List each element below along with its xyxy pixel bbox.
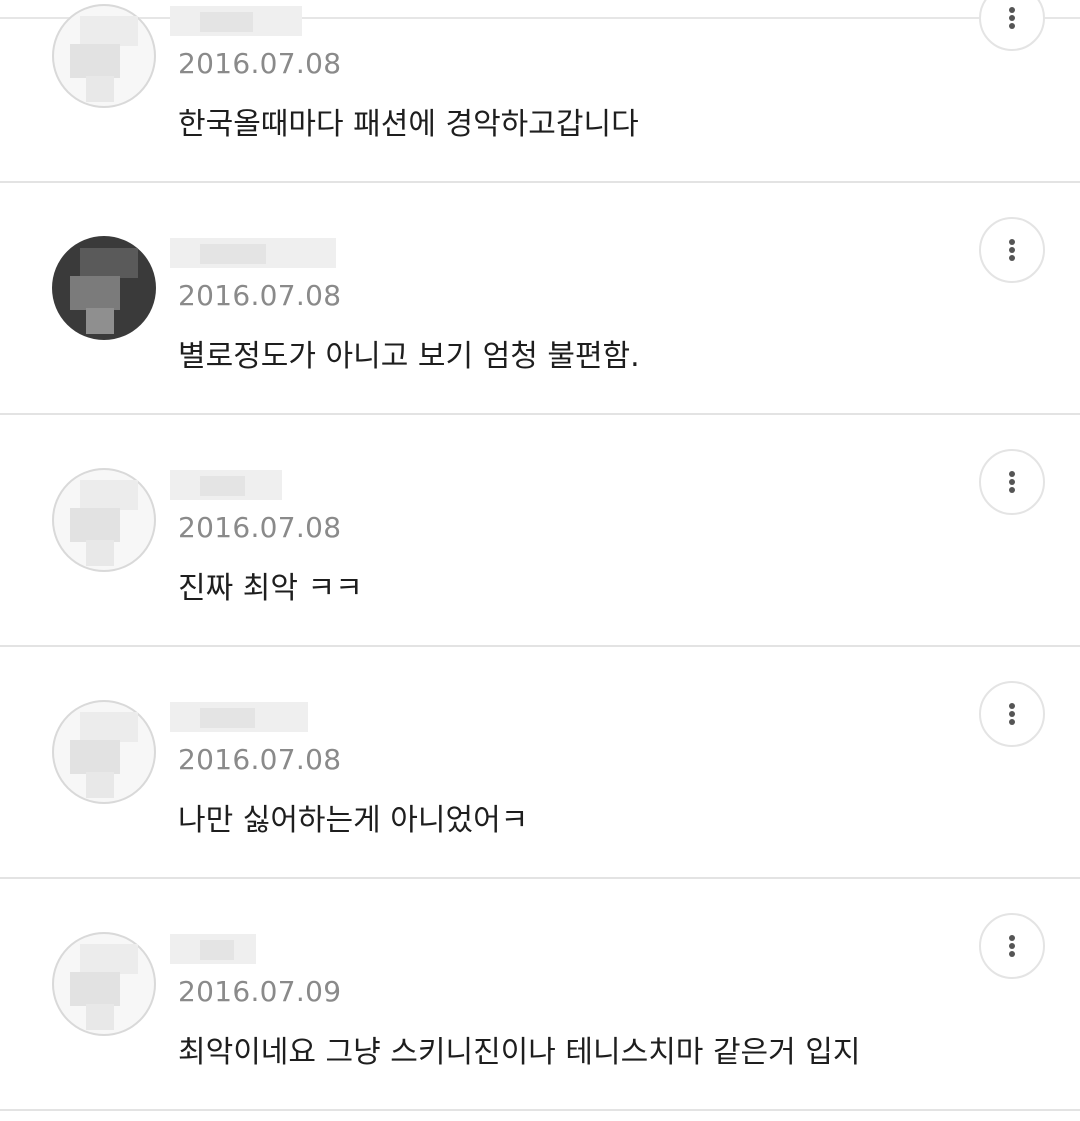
comment-text: 진짜 최악 ㅋㅋ xyxy=(178,571,363,606)
user-avatar-icon[interactable] xyxy=(52,236,156,340)
username-redacted[interactable] xyxy=(170,6,302,36)
user-avatar-icon[interactable] xyxy=(52,468,156,572)
more-options-button[interactable] xyxy=(979,449,1045,515)
comment-date: 2016.07.08 xyxy=(178,47,342,80)
comment-text: 최악이네요 그냥 스키니진이나 테니스치마 같은거 입지 xyxy=(178,1035,861,1070)
user-avatar-icon[interactable] xyxy=(52,700,156,804)
comment-text: 별로정도가 아니고 보기 엄청 불편함. xyxy=(178,339,640,374)
username-redacted[interactable] xyxy=(170,702,308,732)
more-options-button[interactable] xyxy=(979,913,1045,979)
comment-item: 2016.07.08 진짜 최악 ㅋㅋ xyxy=(0,415,1080,647)
comment-list: 2016.07.08 한국올때마다 패션에 경악하고갑니다 2016.07.08… xyxy=(0,0,1080,1111)
comment-date: 2016.07.08 xyxy=(178,511,342,544)
comment-text: 나만 싫어하는게 아니었어ㅋ xyxy=(178,803,529,838)
comment-item: 2016.07.08 별로정도가 아니고 보기 엄청 불편함. xyxy=(0,183,1080,415)
comment-item: 2016.07.08 나만 싫어하는게 아니었어ㅋ xyxy=(0,647,1080,879)
more-vertical-icon xyxy=(1009,703,1015,725)
more-vertical-icon xyxy=(1009,7,1015,29)
comment-item: 2016.07.08 한국올때마다 패션에 경악하고갑니다 xyxy=(0,0,1080,183)
more-vertical-icon xyxy=(1009,471,1015,493)
more-options-button[interactable] xyxy=(979,681,1045,747)
more-options-button[interactable] xyxy=(979,217,1045,283)
user-avatar-icon[interactable] xyxy=(52,932,156,1036)
user-avatar-icon[interactable] xyxy=(52,4,156,108)
username-redacted[interactable] xyxy=(170,470,282,500)
more-options-button[interactable] xyxy=(979,0,1045,51)
more-vertical-icon xyxy=(1009,239,1015,261)
comment-text: 한국올때마다 패션에 경악하고갑니다 xyxy=(178,107,639,142)
username-redacted[interactable] xyxy=(170,934,256,964)
comment-date: 2016.07.09 xyxy=(178,975,342,1008)
comment-date: 2016.07.08 xyxy=(178,279,342,312)
username-redacted[interactable] xyxy=(170,238,336,268)
more-vertical-icon xyxy=(1009,935,1015,957)
comment-item: 2016.07.09 최악이네요 그냥 스키니진이나 테니스치마 같은거 입지 xyxy=(0,879,1080,1111)
comment-date: 2016.07.08 xyxy=(178,743,342,776)
